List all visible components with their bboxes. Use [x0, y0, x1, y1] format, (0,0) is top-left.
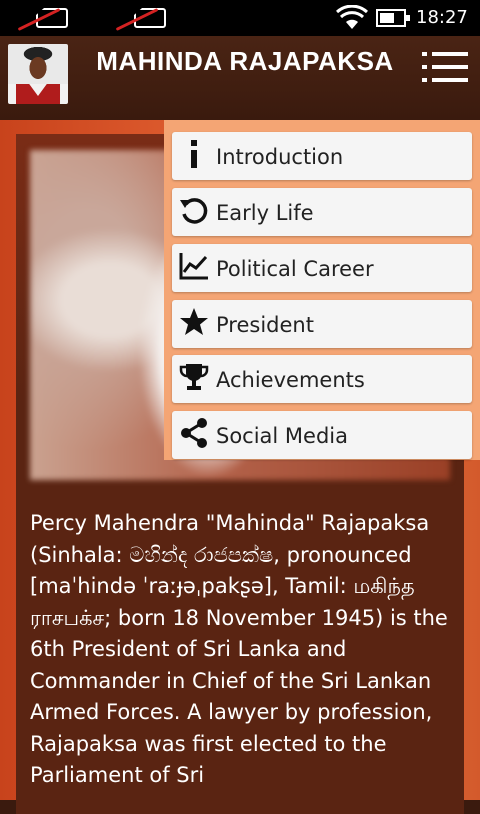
no-signal-icon — [112, 8, 184, 31]
menu-item-label: President — [216, 313, 314, 337]
page-title: MAHINDA RAJAPAKSA — [96, 46, 394, 76]
nav-dropdown-menu: Introduction Early Life Political Career… — [164, 120, 480, 460]
menu-item-label: Early Life — [216, 201, 314, 225]
trophy-icon — [179, 364, 209, 390]
battery-icon — [376, 9, 410, 27]
menu-item-label: Political Career — [216, 257, 374, 281]
bio-text: Percy Mahendra "Mahinda" Rajapaksa (Sinh… — [30, 511, 448, 787]
history-icon — [180, 198, 208, 224]
no-signal-icon — [14, 8, 86, 31]
avatar — [8, 44, 68, 104]
app-header: MAHINDA RAJAPAKSA — [0, 36, 480, 120]
menu-item-label: Achievements — [216, 368, 365, 392]
menu-item-label: Introduction — [216, 145, 344, 169]
star-icon — [180, 308, 208, 335]
status-bar: 18:27 — [0, 0, 480, 36]
menu-item-president[interactable]: President — [172, 300, 472, 348]
chart-icon — [179, 253, 208, 280]
menu-item-introduction[interactable]: Introduction — [172, 132, 472, 180]
menu-item-early-life[interactable]: Early Life — [172, 188, 472, 236]
menu-item-label: Social Media — [216, 424, 349, 448]
menu-item-political-career[interactable]: Political Career — [172, 244, 472, 292]
info-icon — [191, 140, 197, 168]
menu-item-social-media[interactable]: Social Media — [172, 411, 472, 459]
wifi-icon — [336, 5, 368, 29]
share-icon — [181, 418, 207, 448]
clock: 18:27 — [416, 7, 468, 28]
list-menu-icon[interactable] — [422, 50, 468, 90]
menu-item-achievements[interactable]: Achievements — [172, 355, 472, 403]
